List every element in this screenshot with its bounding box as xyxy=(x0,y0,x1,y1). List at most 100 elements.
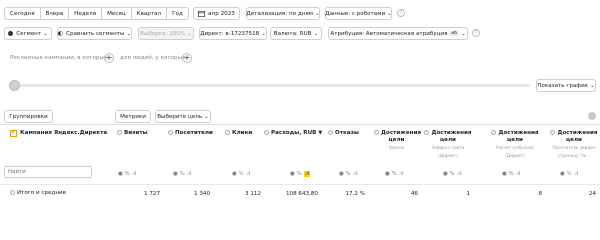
calendar-icon xyxy=(198,10,206,17)
robots-label: Данные: с роботами xyxy=(325,10,386,17)
goal-select-label: Выберите цель xyxy=(157,113,203,120)
col-controls[interactable]: ● % .ıl xyxy=(290,171,311,177)
segment-icon xyxy=(8,31,14,36)
header-divider xyxy=(0,124,600,125)
settings-icon[interactable] xyxy=(588,112,596,120)
help-icon[interactable]: ? xyxy=(397,9,405,17)
period-selector: Сегодня Вчера Неделя Месяц Квартал Год xyxy=(4,7,189,20)
filter-text-people: для людей, у которых xyxy=(120,55,186,61)
col-goal-calc[interactable]: Достижения цели Расчет (события) (Директ) xyxy=(490,130,540,160)
col-radio[interactable] xyxy=(117,130,122,135)
col-title: Отказы xyxy=(335,130,359,136)
compare-segments-button[interactable]: ◐ Сравнить сегменты ⌄ xyxy=(57,27,132,40)
col-controls[interactable]: ● % .ıl xyxy=(173,171,191,177)
col-sub: Расчет (события) (Директ) xyxy=(496,145,534,158)
col-controls[interactable]: ● % .ıl xyxy=(232,171,250,177)
col-visits[interactable]: Визиты xyxy=(117,130,148,137)
chevron-down-icon: ⌄ xyxy=(460,30,466,37)
chevron-down-icon: ⌄ xyxy=(590,82,595,89)
segment-button[interactable]: Сегмент ⌄ xyxy=(4,27,52,40)
date-slider-handle[interactable] xyxy=(9,80,20,91)
date-slider-track[interactable] xyxy=(10,84,530,87)
col-radio[interactable] xyxy=(491,130,497,135)
show-chart-button[interactable]: Показать график ⌄ xyxy=(536,79,596,92)
add-campaign-filter-button[interactable]: + xyxy=(104,53,114,63)
groupings-button[interactable]: Группировки xyxy=(4,110,53,123)
metrics-button[interactable]: Метрики xyxy=(115,110,151,123)
chevron-down-icon: ⌄ xyxy=(126,30,132,37)
col-controls[interactable]: ● % .ıl xyxy=(339,171,357,177)
period-quarter[interactable]: Квартал xyxy=(132,8,168,19)
detail-dropdown[interactable]: Детализация: по дням ⌄ xyxy=(246,7,320,20)
groupings-label: Группировки xyxy=(9,113,48,120)
col-radio[interactable] xyxy=(424,130,430,135)
col-radio[interactable] xyxy=(550,130,556,135)
col-radio[interactable] xyxy=(168,130,173,135)
col-controls[interactable]: ● % .ıl xyxy=(560,171,578,177)
filter-text-campaigns: Рекламные кампании, в которых xyxy=(10,55,108,61)
col-sub: Заявка с сайта (Директ) xyxy=(431,145,465,158)
col-cost[interactable]: Расходы, RUB ▼ xyxy=(264,130,322,137)
col-title: Посетители xyxy=(175,130,213,136)
goal-select[interactable]: Выберите цель ⌄ xyxy=(155,110,211,123)
sort-desc-icon[interactable]: ▼ xyxy=(318,130,322,136)
total-cost: 108 643,80 xyxy=(285,191,318,197)
total-goal-page: 24 xyxy=(588,191,596,197)
compare-label: Сравнить сегменты xyxy=(66,30,125,37)
currency-label: Валюта: RUB xyxy=(273,30,312,37)
period-week[interactable]: Неделя xyxy=(69,8,103,19)
total-clicks: 3 112 xyxy=(244,191,261,197)
col-bounce[interactable]: Отказы xyxy=(328,130,359,137)
col-controls[interactable]: ● % .ıl xyxy=(443,171,461,177)
period-yesterday[interactable]: Вчера xyxy=(41,8,70,19)
col-goal-page[interactable]: Достижения цели Посетитель увидел страниц… xyxy=(548,130,600,160)
period-month[interactable]: Месяц xyxy=(102,8,132,19)
totals-radio[interactable] xyxy=(10,190,15,195)
robots-dropdown[interactable]: Данные: с роботами ⌄ xyxy=(325,7,392,20)
dimension-checkbox[interactable]: ✔ xyxy=(10,128,17,137)
col-sub: Звонок xyxy=(388,145,405,150)
currency-dropdown[interactable]: Валюта: RUB ⌄ xyxy=(270,27,322,40)
show-chart-label: Показать график xyxy=(537,82,589,89)
calendar-button[interactable]: апр 2023 xyxy=(193,7,240,20)
metrics-label: Метрики xyxy=(120,113,146,120)
col-radio[interactable] xyxy=(264,130,269,135)
total-visits: 1 727 xyxy=(143,191,160,197)
col-title: Клики xyxy=(232,130,253,136)
col-controls[interactable]: ● % .ıl xyxy=(502,171,520,177)
col-goal-request[interactable]: Достижения цели Заявка с сайта (Директ) xyxy=(424,130,472,160)
totals-row: Итого и средние xyxy=(10,190,66,196)
attribution-badge: кб xyxy=(449,31,459,36)
col-title: Расходы, RUB xyxy=(271,130,317,136)
totals-divider xyxy=(0,184,600,185)
col-goal-call[interactable]: Достижения цели Звонок xyxy=(374,130,422,152)
chevron-down-icon: ⌄ xyxy=(187,30,192,37)
direct-account-dropdown[interactable]: Директ: в-17237518 ⌄ xyxy=(199,27,267,40)
col-controls[interactable]: ● % .ıl xyxy=(385,171,403,177)
detail-label: Детализация: по дням xyxy=(246,10,313,17)
help-icon[interactable]: ? xyxy=(472,29,480,37)
col-radio[interactable] xyxy=(328,130,333,135)
col-title: Достижения цели xyxy=(381,130,422,143)
sample-label: Выборка: 100% xyxy=(140,30,186,37)
total-goal-call: 46 xyxy=(410,191,418,197)
direct-label: Директ: в-17237518 xyxy=(200,30,260,37)
sample-dropdown: Выборка: 100% ⌄ xyxy=(138,27,194,40)
chevron-down-icon: ⌄ xyxy=(387,10,392,17)
segment-label: Сегмент xyxy=(16,30,42,37)
col-radio[interactable] xyxy=(225,130,230,135)
attribution-label: Атрибуция: Автоматическая атрибуция xyxy=(330,30,448,37)
search-input[interactable] xyxy=(4,166,92,178)
period-year[interactable]: Год xyxy=(167,8,188,19)
period-today[interactable]: Сегодня xyxy=(5,8,41,19)
col-radio[interactable] xyxy=(374,130,379,135)
col-clicks[interactable]: Клики xyxy=(225,130,252,137)
add-people-filter-button[interactable]: + xyxy=(182,53,192,63)
chevron-down-icon: ⌄ xyxy=(204,113,209,120)
col-visitors[interactable]: Посетители xyxy=(168,130,213,137)
total-goal-calc: 8 xyxy=(538,191,542,197)
chevron-down-icon: ⌄ xyxy=(261,30,266,37)
col-controls[interactable]: ● % .ıl xyxy=(118,171,136,177)
attribution-dropdown[interactable]: Атрибуция: Автоматическая атрибуция кб ⌄ xyxy=(328,27,468,40)
dimension-header[interactable]: Кампания Яндекс.Директа xyxy=(20,130,107,137)
